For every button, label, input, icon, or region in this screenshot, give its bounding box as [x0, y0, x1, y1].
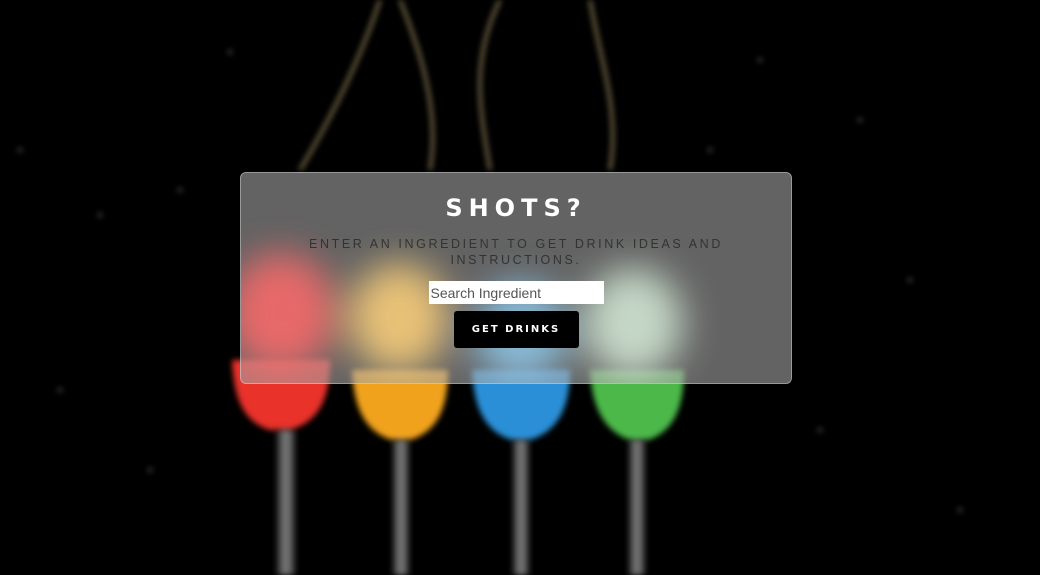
- search-card: SHOTS? ENTER AN INGREDIENT TO GET DRINK …: [240, 172, 792, 384]
- ingredient-search-input[interactable]: [428, 281, 604, 304]
- page-title: SHOTS?: [445, 194, 587, 222]
- get-drinks-button[interactable]: GET DRINKS: [453, 311, 579, 348]
- app-stage: SHOTS? ENTER AN INGREDIENT TO GET DRINK …: [0, 0, 1040, 575]
- page-subtitle: ENTER AN INGREDIENT TO GET DRINK IDEAS A…: [309, 237, 723, 267]
